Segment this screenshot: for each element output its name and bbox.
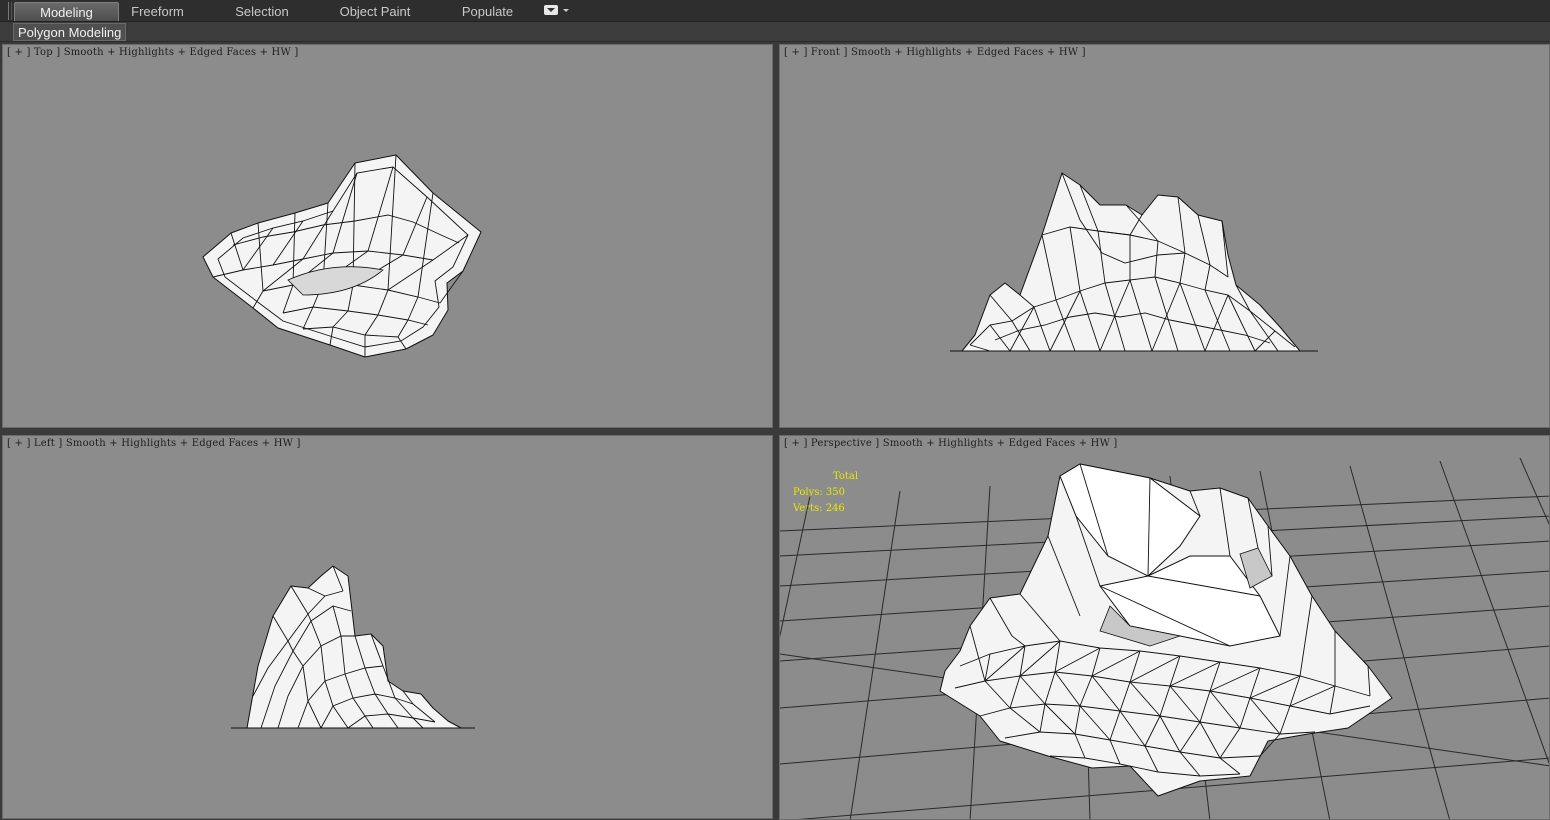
viewport-perspective[interactable]: [ + ] Perspective ] Smooth + Highlights … — [779, 435, 1550, 820]
viewport-top[interactable]: [ + ] Top ] Smooth + Highlights + Edged … — [2, 44, 773, 428]
viewport-front[interactable]: [ + ] Front ] Smooth + Highlights + Edge… — [779, 44, 1550, 428]
tab-populate[interactable]: Populate — [450, 2, 525, 21]
ribbon-options-icon — [544, 5, 558, 15]
ribbon-grip[interactable] — [8, 2, 12, 20]
tab-selection[interactable]: Selection — [222, 2, 302, 21]
ribbon-options-dropdown[interactable] — [544, 5, 570, 17]
viewport-left[interactable]: [ + ] Left ] Smooth + Highlights + Edged… — [2, 435, 773, 819]
rock-mesh-left — [231, 565, 475, 729]
rock-mesh-top — [202, 154, 482, 358]
rock-mesh-front — [950, 172, 1318, 352]
tab-modeling[interactable]: Modeling — [14, 2, 119, 21]
chevron-down-icon — [563, 9, 569, 12]
ribbon-panel-bar: Polygon Modeling — [0, 22, 1550, 42]
tab-polygon-modeling[interactable]: Polygon Modeling — [13, 23, 127, 41]
tab-freeform[interactable]: Freeform — [120, 2, 195, 21]
perspective-grid-and-mesh — [780, 457, 1549, 819]
ribbon-tab-bar: Modeling Freeform Selection Object Paint… — [0, 0, 1550, 22]
tab-object-paint[interactable]: Object Paint — [330, 2, 420, 21]
